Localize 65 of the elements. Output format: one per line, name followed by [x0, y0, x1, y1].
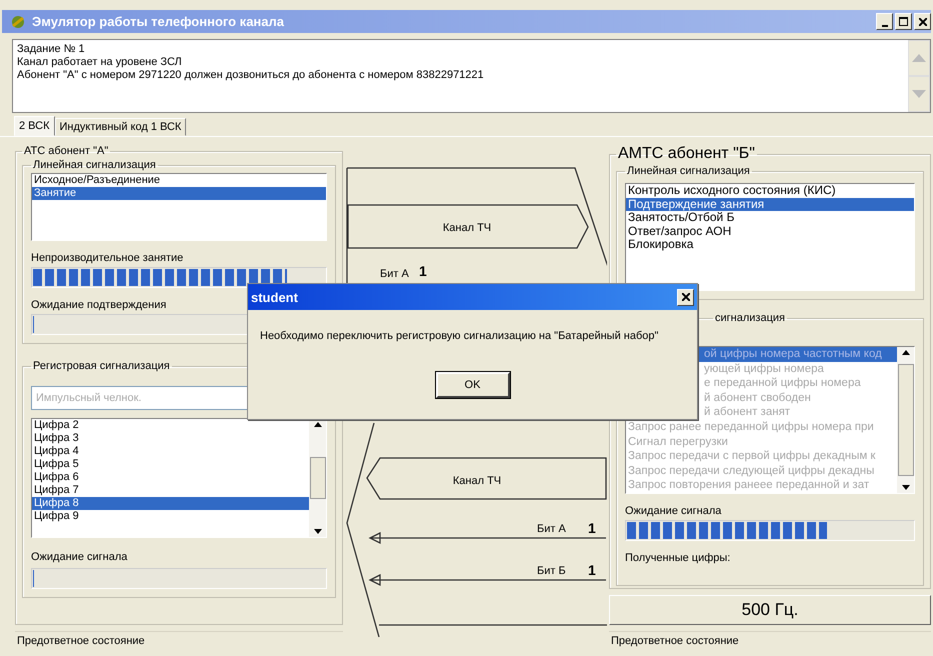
tone-button[interactable]: 500 Гц. [609, 595, 931, 625]
list-item[interactable]: Занятость/Отбой Б [626, 211, 914, 224]
list-item[interactable]: Цифра 9 [32, 510, 309, 523]
received-digits-label: Полученные цифры: [625, 552, 732, 564]
list-item[interactable]: Цифра 7 [32, 484, 309, 497]
up-arrow-icon [912, 54, 926, 62]
list-item[interactable]: Цифра 6 [32, 471, 309, 484]
close-icon [918, 18, 926, 26]
dialog-message: Необходимо переключить регистровую сигнализацию на "Батарейный набор" [260, 330, 660, 343]
up-arrow-icon [902, 350, 910, 355]
line-signaling-list[interactable]: Исходное/Разъединение Занятие [31, 173, 327, 241]
line-signaling-list[interactable]: Контроль исходного состояния (КИС) Подтверждение занятия Занятость/Отбой Б Ответ/запрос АОН Блокировка [625, 183, 915, 291]
meter-label: Непроизводительное занятие [31, 252, 184, 264]
task-text-line: Задание № 1 [17, 43, 86, 56]
bit-value: 1 [588, 562, 596, 578]
maximize-button[interactable] [895, 13, 912, 30]
list-item[interactable]: Цифра 8 [32, 497, 309, 510]
meter-label: Ожидание подтверждения [31, 299, 168, 311]
scrollbar[interactable] [897, 347, 914, 493]
bit-label: Бит А [380, 268, 409, 280]
group-title: АТС абонент "А" [23, 145, 110, 157]
list-item[interactable]: Контроль исходного состояния (КИС) [626, 184, 914, 198]
meter-label: Ожидание сигнала [625, 505, 722, 517]
bit-value: 1 [419, 263, 427, 279]
down-arrow-icon [314, 529, 322, 534]
down-arrow-icon [912, 90, 926, 98]
bit-label: Бит А [537, 523, 566, 535]
list-item[interactable]: Ответ/запрос АОН [626, 224, 914, 238]
tab[interactable]: Индуктивный код 1 ВСК [54, 118, 186, 136]
list-item[interactable]: Цифра 5 [32, 458, 309, 471]
app-icon [10, 14, 26, 30]
tab[interactable]: 2 ВСК [14, 116, 54, 136]
group-title: Линейная сигнализация [626, 165, 751, 177]
bit-label: Бит Б [537, 565, 566, 577]
task-text-line: Абонент "А" с номером 2971220 должен дозвониться до абонента с номером 83822971221 [17, 69, 485, 82]
close-button[interactable] [914, 13, 931, 30]
close-icon [682, 293, 690, 301]
down-arrow-icon [902, 485, 910, 490]
minimize-button[interactable] [876, 13, 893, 30]
channel-label: Канал ТЧ [452, 475, 502, 487]
list-item[interactable]: Цифра 2 [32, 419, 309, 432]
list-item[interactable]: Блокировка [626, 238, 914, 252]
minimize-icon [882, 24, 888, 26]
close-button[interactable] [677, 288, 694, 306]
ok-button[interactable]: OK [436, 372, 510, 398]
channel-label: Канал ТЧ [442, 222, 492, 234]
list-item[interactable]: Цифра 3 [32, 432, 309, 445]
dialog-title: student [251, 290, 298, 304]
meter-label: Ожидание сигнала [31, 551, 128, 563]
list-item[interactable]: Занятие [32, 187, 326, 200]
list-item[interactable]: Исходное/Разъединение [32, 174, 326, 187]
group-title: АМТС абонент "Б" [617, 145, 756, 163]
group-title: Линейная сигнализация [32, 159, 157, 171]
status-bar: Предответное состояние [609, 631, 931, 650]
window-title: Эмулятор работы телефонного канала [32, 14, 285, 29]
list-item[interactable]: Подтверждение занятия [626, 198, 914, 211]
maximize-icon [899, 17, 908, 26]
up-arrow-icon [314, 422, 322, 427]
task-text-line: Канал работает на уровене ЗСЛ [17, 56, 183, 69]
bit-value: 1 [588, 520, 596, 536]
scrollbar[interactable] [309, 419, 326, 537]
list-item[interactable]: Цифра 4 [32, 445, 309, 458]
group-title: сигнализация [714, 312, 786, 324]
status-bar: Предответное состояние [15, 631, 343, 650]
group-title: Регистровая сигнализация [32, 360, 171, 372]
